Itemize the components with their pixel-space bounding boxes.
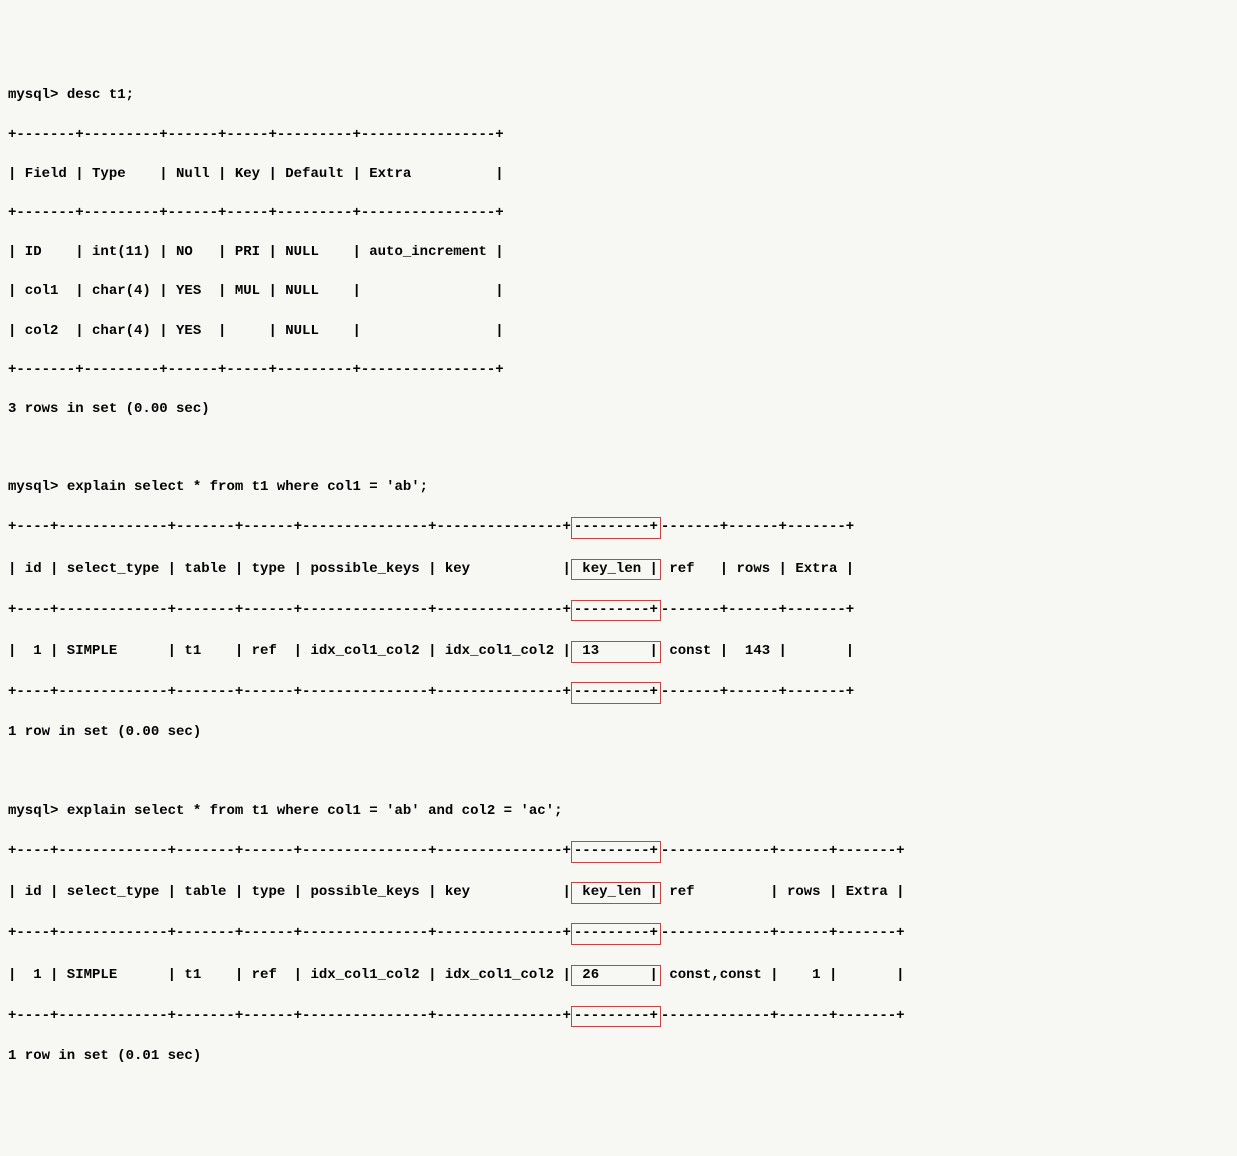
exp1-header-left: | id | select_type | table | type | poss…	[8, 561, 571, 577]
exp2-row-left: | 1 | SIMPLE | t1 | ref | idx_col1_col2 …	[8, 967, 571, 983]
desc-row-2: | col2 | char(4) | YES | | NULL | |	[8, 322, 1229, 342]
exp1-border-left: +----+-------------+-------+------+-----…	[8, 519, 571, 535]
exp2-border-mid: +----+-------------+-------+------+-----…	[8, 923, 1229, 945]
exp2-row-hl: 26 |	[571, 965, 661, 987]
prompt-line: mysql> desc t1;	[8, 86, 1229, 106]
exp2-footer: 1 row in set (0.01 sec)	[8, 1047, 1229, 1067]
command-desc: desc t1;	[67, 87, 134, 103]
prompt-line-3: mysql> explain select * from t1 where co…	[8, 802, 1229, 822]
desc-footer: 3 rows in set (0.00 sec)	[8, 400, 1229, 420]
exp1-border-left: +----+-------------+-------+------+-----…	[8, 684, 571, 700]
exp1-row-hl: 13 |	[571, 641, 661, 663]
exp1-row-left: | 1 | SIMPLE | t1 | ref | idx_col1_col2 …	[8, 643, 571, 659]
exp1-border-right: -------+------+-------+	[661, 684, 854, 700]
exp1-header-hl: key_len |	[571, 559, 661, 581]
desc-row-0: | ID | int(11) | NO | PRI | NULL | auto_…	[8, 243, 1229, 263]
exp2-row: | 1 | SIMPLE | t1 | ref | idx_col1_col2 …	[8, 965, 1229, 987]
exp1-border-mid: +----+-------------+-------+------+-----…	[8, 600, 1229, 622]
exp2-header: | id | select_type | table | type | poss…	[8, 882, 1229, 904]
exp2-header-hl: key_len |	[571, 882, 661, 904]
exp1-border-hl: ---------+	[571, 517, 661, 539]
exp1-footer: 1 row in set (0.00 sec)	[8, 723, 1229, 743]
exp1-border-hl: ---------+	[571, 600, 661, 622]
exp1-border-right: -------+------+-------+	[661, 602, 854, 618]
mysql-prompt: mysql>	[8, 479, 67, 495]
prompt-line-2: mysql> explain select * from t1 where co…	[8, 478, 1229, 498]
exp1-border-bot: +----+-------------+-------+------+-----…	[8, 682, 1229, 704]
exp2-border-right: -------------+------+-------+	[661, 1008, 905, 1024]
exp2-border-hl: ---------+	[571, 1006, 661, 1028]
exp2-border-left: +----+-------------+-------+------+-----…	[8, 843, 571, 859]
exp1-header-right: ref | rows | Extra |	[661, 561, 854, 577]
exp1-border-right: -------+------+-------+	[661, 519, 854, 535]
command-explain1: explain select * from t1 where col1 = 'a…	[67, 479, 428, 495]
command-explain2: explain select * from t1 where col1 = 'a…	[67, 803, 563, 819]
exp2-border-bot: +----+-------------+-------+------+-----…	[8, 1006, 1229, 1028]
exp1-border-top: +----+-------------+-------+------+-----…	[8, 517, 1229, 539]
exp2-row-right: const,const | 1 | |	[661, 967, 905, 983]
exp2-border-hl: ---------+	[571, 923, 661, 945]
mysql-prompt: mysql>	[8, 803, 67, 819]
exp1-row-right: const | 143 | |	[661, 643, 854, 659]
exp2-header-left: | id | select_type | table | type | poss…	[8, 884, 571, 900]
exp1-border-hl: ---------+	[571, 682, 661, 704]
exp2-border-left: +----+-------------+-------+------+-----…	[8, 1008, 571, 1024]
exp2-border-right: -------------+------+-------+	[661, 925, 905, 941]
exp2-border-top: +----+-------------+-------+------+-----…	[8, 841, 1229, 863]
desc-border-top: +-------+---------+------+-----+--------…	[8, 126, 1229, 146]
exp2-header-right: ref | rows | Extra |	[661, 884, 905, 900]
exp2-border-right: -------------+------+-------+	[661, 843, 905, 859]
desc-row-1: | col1 | char(4) | YES | MUL | NULL | |	[8, 282, 1229, 302]
exp1-header: | id | select_type | table | type | poss…	[8, 559, 1229, 581]
blank-1	[8, 439, 1229, 459]
desc-border-bot: +-------+---------+------+-----+--------…	[8, 361, 1229, 381]
exp2-border-hl: ---------+	[571, 841, 661, 863]
exp1-row: | 1 | SIMPLE | t1 | ref | idx_col1_col2 …	[8, 641, 1229, 663]
exp1-border-left: +----+-------------+-------+------+-----…	[8, 602, 571, 618]
exp2-border-left: +----+-------------+-------+------+-----…	[8, 925, 571, 941]
blank-2	[8, 763, 1229, 783]
desc-header: | Field | Type | Null | Key | Default | …	[8, 165, 1229, 185]
mysql-prompt: mysql>	[8, 87, 67, 103]
desc-border-mid: +-------+---------+------+-----+--------…	[8, 204, 1229, 224]
